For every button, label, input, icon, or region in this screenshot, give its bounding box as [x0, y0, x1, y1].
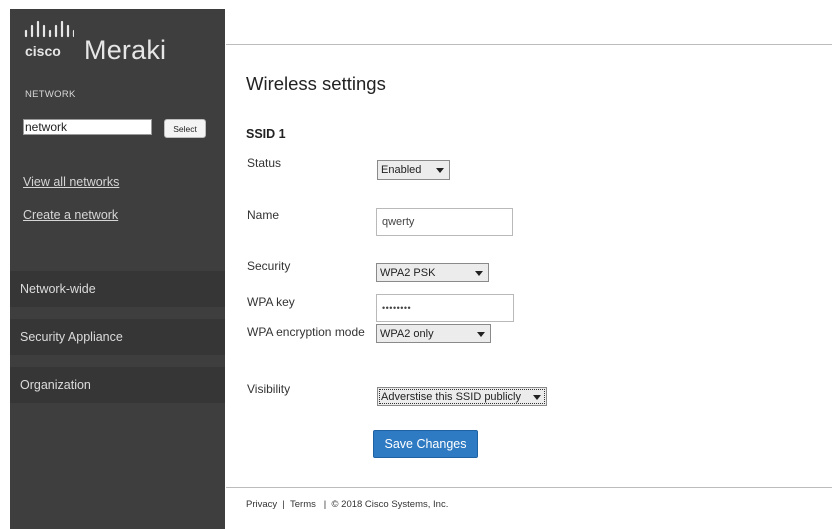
- visibility-label: Visibility: [247, 382, 291, 396]
- chevron-down-icon: [477, 331, 485, 337]
- security-select-value: WPA2 PSK: [380, 266, 436, 279]
- create-network-link[interactable]: Create a network: [23, 208, 118, 222]
- nav-security-appliance[interactable]: Security Appliance: [10, 319, 225, 355]
- wpa-key-label: WPA key: [247, 295, 295, 309]
- save-changes-button[interactable]: Save Changes: [373, 430, 478, 458]
- name-label: Name: [247, 208, 280, 222]
- nav-organization[interactable]: Organization: [10, 367, 225, 403]
- ssid-heading: SSID 1: [246, 127, 286, 141]
- view-all-networks-link[interactable]: View all networks: [23, 175, 119, 189]
- svg-text:cisco: cisco: [25, 43, 61, 59]
- select-network-button[interactable]: Select: [164, 119, 206, 138]
- status-label: Status: [247, 156, 282, 170]
- footer-divider: [226, 487, 832, 488]
- cisco-meraki-logo[interactable]: cisco Meraki: [24, 21, 214, 69]
- ssid-name-field[interactable]: qwerty: [376, 208, 513, 236]
- ssid-name-value: qwerty: [382, 216, 415, 228]
- page-title: Wireless settings: [246, 73, 386, 94]
- footer-links[interactable]: Privacy | Terms | © 2018 Cisco Systems, …: [246, 499, 448, 510]
- wpa-key-value: ••••••••: [382, 303, 412, 313]
- meraki-brand-text: Meraki: [84, 35, 167, 65]
- header-divider: [226, 44, 832, 45]
- wpa-encryption-mode-select[interactable]: WPA2 only: [376, 324, 491, 343]
- wpa-encryption-mode-label: WPA encryption mode: [247, 325, 365, 339]
- chevron-down-icon: [436, 168, 444, 173]
- wpa-key-field[interactable]: ••••••••: [376, 294, 514, 322]
- network-label: NETWORK: [25, 89, 76, 100]
- sidebar: cisco Meraki NETWORK Select View all net…: [10, 9, 225, 529]
- chevron-down-icon: [475, 270, 483, 276]
- cisco-wordmark: cisco: [25, 43, 61, 59]
- network-search-input[interactable]: [23, 119, 152, 135]
- nav-network-wide[interactable]: Network-wide: [10, 271, 225, 307]
- wpa-encryption-mode-value: WPA2 only: [380, 327, 434, 340]
- security-label: Security: [247, 259, 291, 273]
- chevron-down-icon: [533, 394, 541, 400]
- cisco-bars-icon: [24, 21, 74, 38]
- security-select[interactable]: WPA2 PSK: [376, 263, 489, 282]
- status-select-value: Enabled: [381, 164, 422, 176]
- visibility-select[interactable]: Adverstise this SSID publicly: [377, 387, 547, 406]
- visibility-select-value: Adverstise this SSID publicly: [381, 390, 521, 403]
- status-select[interactable]: Enabled: [377, 160, 450, 180]
